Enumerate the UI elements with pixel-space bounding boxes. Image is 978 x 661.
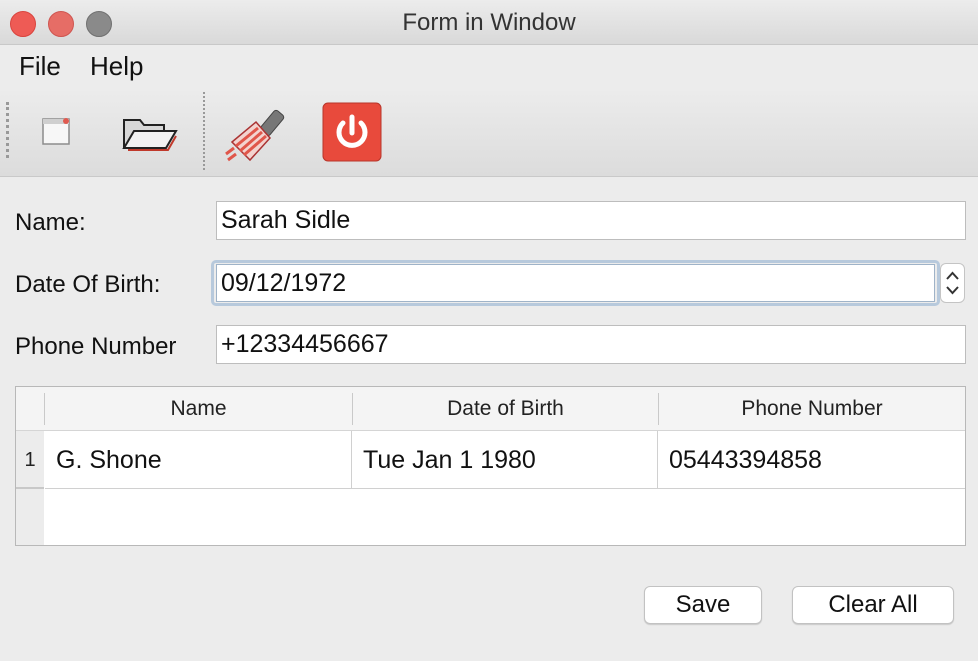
clear-button[interactable]: [222, 104, 294, 166]
table-cell-dob[interactable]: Tue Jan 1 1980: [352, 431, 658, 489]
dob-stepper[interactable]: [940, 263, 965, 303]
dob-field[interactable]: 09/12/1972: [216, 264, 935, 302]
menu-bar: File Help: [0, 45, 978, 87]
stepper-arrows-icon: [946, 271, 959, 295]
dob-label: Date Of Birth:: [15, 271, 161, 298]
open-button[interactable]: [120, 112, 180, 156]
name-field[interactable]: Sarah Sidle: [216, 201, 966, 240]
title-bar: Form in Window: [0, 0, 978, 45]
menu-file[interactable]: File: [19, 51, 61, 82]
new-window-button[interactable]: [40, 115, 74, 149]
power-icon: [322, 102, 382, 162]
toolbar-grip[interactable]: [6, 102, 13, 158]
clear-brush-icon: [225, 109, 285, 162]
records-table[interactable]: Name Date of Birth Phone Number 1 G. Sho…: [15, 386, 966, 546]
menu-help[interactable]: Help: [90, 51, 143, 82]
toolbar-separator: [203, 92, 205, 170]
quit-button[interactable]: [322, 102, 382, 162]
phone-field[interactable]: +12334456667: [216, 325, 966, 364]
column-header-dob[interactable]: Date of Birth: [353, 387, 658, 430]
table-cell-name[interactable]: G. Shone: [45, 431, 352, 489]
open-folder-icon: [122, 119, 178, 151]
table-cell-phone[interactable]: 05443394858: [658, 431, 965, 489]
save-button[interactable]: Save: [644, 586, 762, 624]
row-index[interactable]: 1: [16, 431, 44, 489]
phone-label: Phone Number: [15, 333, 177, 360]
column-header-name[interactable]: Name: [45, 387, 352, 430]
window-title: Form in Window: [402, 9, 576, 36]
name-label: Name:: [15, 209, 86, 236]
column-header-phone[interactable]: Phone Number: [659, 387, 965, 430]
clear-all-button[interactable]: Clear All: [792, 586, 954, 624]
new-window-icon: [42, 118, 70, 145]
